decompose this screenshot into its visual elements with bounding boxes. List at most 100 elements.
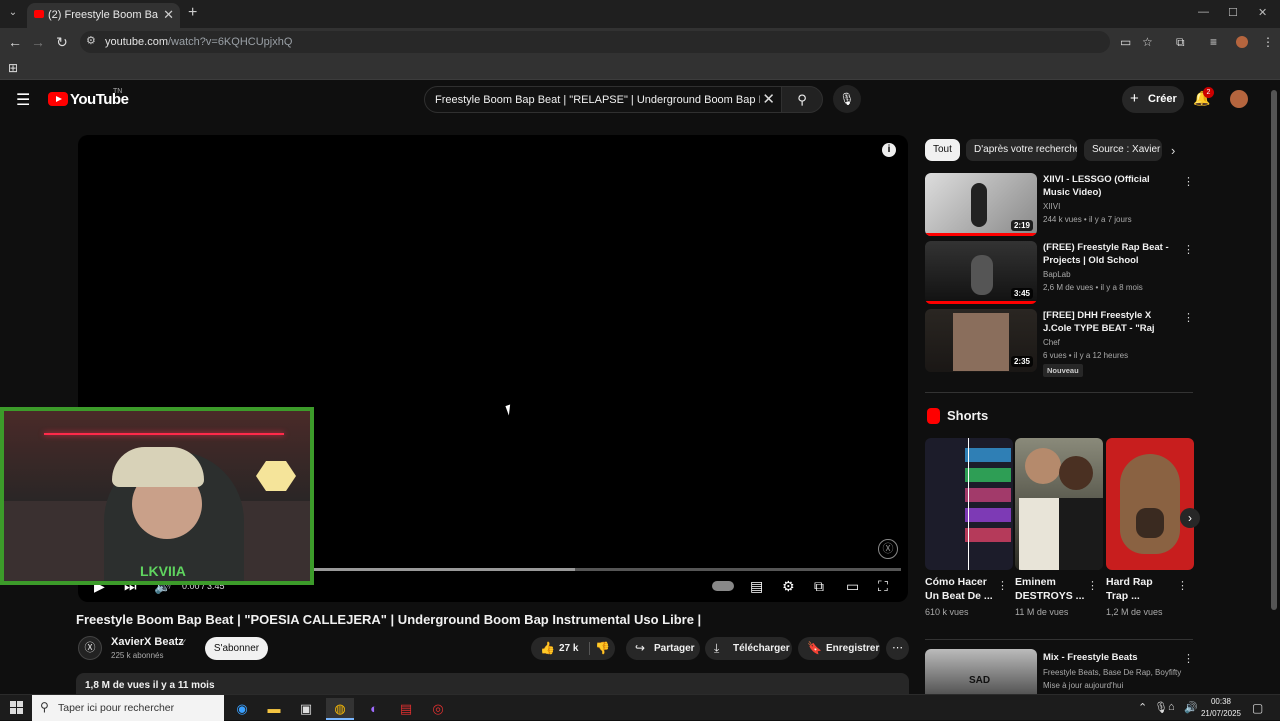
taskbar-search-input[interactable]: ⚲ Taper ici pour rechercher bbox=[32, 695, 224, 721]
tray-expand-chevron-icon[interactable]: ⌃ bbox=[1138, 701, 1147, 714]
recommendation-title[interactable]: XIIVI - LESSGO (Official Music Video) bbox=[1043, 173, 1179, 199]
kebab-menu-icon[interactable]: ⋮ bbox=[1087, 579, 1098, 592]
subscribe-button[interactable]: S'abonner bbox=[205, 637, 268, 660]
mix-title[interactable]: Mix - Freestyle Beats bbox=[1043, 652, 1138, 663]
recommendation-channel[interactable]: BapLab bbox=[1043, 270, 1071, 279]
search-button[interactable]: ⚲ bbox=[781, 86, 823, 113]
info-icon[interactable]: i bbox=[882, 143, 896, 157]
file-explorer-icon[interactable]: ▬ bbox=[260, 698, 288, 720]
voicemeeter-icon[interactable]: ▤ bbox=[392, 698, 420, 720]
forward-arrow-icon[interactable]: → bbox=[29, 33, 47, 51]
save-button[interactable]: 🔖 Enregistrer bbox=[798, 637, 880, 660]
taskbar-clock[interactable]: 00:38 21/07/2025 bbox=[1196, 696, 1246, 720]
short-title[interactable]: Hard Rap Trap ... bbox=[1106, 575, 1176, 603]
kebab-menu-icon[interactable]: ⋮ bbox=[997, 579, 1008, 592]
close-window-button[interactable]: ✕ bbox=[1258, 6, 1267, 19]
maximize-button[interactable]: ☐ bbox=[1228, 6, 1238, 19]
share-button[interactable]: ↪ Partager bbox=[626, 637, 700, 660]
notification-center-icon[interactable]: ▢ bbox=[1252, 701, 1263, 715]
site-info-icon[interactable]: ⚙ bbox=[86, 34, 96, 47]
video-thumbnail[interactable]: 2:35 bbox=[925, 309, 1037, 372]
short-thumbnail[interactable] bbox=[1015, 438, 1103, 570]
create-button[interactable]: + Créer bbox=[1122, 86, 1184, 113]
obs-icon[interactable]: ◎ bbox=[424, 698, 452, 720]
theater-mode-icon[interactable]: ▭ bbox=[846, 578, 859, 595]
subtitles-icon[interactable]: ▤ bbox=[750, 578, 763, 595]
store-icon[interactable]: ▣ bbox=[292, 698, 320, 720]
browser-address-toolbar: ← → ↻ ⚙ youtube.com/watch?v=6KQHCUpjxhQ … bbox=[0, 28, 1280, 56]
search-input[interactable]: Freestyle Boom Bap Beat | "RELAPSE" | Un… bbox=[424, 86, 782, 113]
apps-grid-icon[interactable]: ⊞ bbox=[8, 61, 18, 75]
mix-playlist-item[interactable]: SAD Mix - Freestyle Beats Freestyle Beat… bbox=[925, 649, 1195, 694]
media-control-icon[interactable]: ≡ bbox=[1210, 35, 1217, 49]
recommendation-item[interactable]: 3:45 (FREE) Freestyle Rap Beat - Project… bbox=[925, 241, 1195, 305]
discord-icon[interactable]: ◐ bbox=[360, 698, 388, 720]
reload-icon[interactable]: ↻ bbox=[53, 33, 71, 51]
kebab-menu-icon[interactable]: ⋮ bbox=[1183, 311, 1194, 324]
thumbnail-figure bbox=[971, 255, 993, 295]
bookmark-star-icon[interactable]: ☆ bbox=[1142, 35, 1153, 49]
browser-tab-bar: ⌄ (2) Freestyle Boom Bap Beat | " ✕ + — … bbox=[0, 0, 1280, 28]
new-tab-button[interactable]: + bbox=[188, 4, 197, 22]
recommendation-title[interactable]: (FREE) Freestyle Rap Beat - Projects | O… bbox=[1043, 241, 1179, 267]
kebab-menu-icon[interactable]: ⋮ bbox=[1183, 175, 1194, 188]
kebab-menu-icon[interactable]: ⋮ bbox=[1183, 243, 1194, 256]
browser-tab-active[interactable]: (2) Freestyle Boom Bap Beat | " ✕ bbox=[27, 3, 180, 28]
clear-search-icon[interactable]: ✕ bbox=[762, 90, 775, 108]
address-bar[interactable]: ⚙ youtube.com/watch?v=6KQHCUpjxhQ bbox=[80, 31, 1110, 53]
recommendation-channel[interactable]: Chef bbox=[1043, 338, 1060, 347]
settings-gear-icon[interactable]: ⚙ bbox=[782, 578, 795, 595]
short-title[interactable]: Cómo Hacer Un Beat De ... bbox=[925, 575, 995, 603]
tab-close-icon[interactable]: ✕ bbox=[163, 7, 174, 23]
like-thumb-icon[interactable]: 👍 bbox=[540, 637, 555, 660]
more-actions-icon[interactable]: ⋯ bbox=[886, 637, 909, 660]
recommendation-item[interactable]: 2:19 XIIVI - LESSGO (Official Music Vide… bbox=[925, 173, 1195, 237]
tab-search-chevron-icon[interactable]: ⌄ bbox=[5, 5, 21, 21]
recommendation-title[interactable]: [FREE] DHH Freestyle X J.Cole TYPE BEAT … bbox=[1043, 309, 1179, 335]
voice-search-mic-icon[interactable]: 🎙 bbox=[833, 85, 861, 113]
chips-next-chevron-icon[interactable]: › bbox=[1171, 143, 1175, 158]
cast-icon[interactable]: ▭ bbox=[1120, 35, 1131, 49]
thumbnail-face bbox=[1025, 448, 1061, 484]
menu-hamburger-icon[interactable]: ☰ bbox=[16, 90, 30, 110]
channel-watermark-icon[interactable]: Ⓧ bbox=[878, 539, 898, 559]
like-count[interactable]: 27 k bbox=[559, 637, 578, 660]
account-avatar[interactable] bbox=[1230, 90, 1248, 108]
mix-thumbnail[interactable]: SAD bbox=[925, 649, 1037, 694]
page-scrollbar[interactable] bbox=[1271, 90, 1277, 690]
video-thumbnail[interactable]: 2:19 bbox=[925, 173, 1037, 236]
chip-related-search[interactable]: D'après votre recherche bbox=[966, 139, 1077, 161]
shorts-next-chevron-icon[interactable]: › bbox=[1180, 508, 1200, 528]
recommendation-channel[interactable]: XIIVI bbox=[1043, 202, 1060, 211]
windows-start-icon[interactable] bbox=[10, 701, 24, 715]
profile-avatar[interactable] bbox=[1236, 36, 1248, 48]
channel-name[interactable]: XavierX Beatz bbox=[111, 636, 184, 648]
miniplayer-icon[interactable]: ⧉ bbox=[814, 578, 824, 595]
download-button[interactable]: ⤓ Télécharger bbox=[705, 637, 792, 660]
fullscreen-icon[interactable]: ⛶ bbox=[878, 578, 888, 595]
kebab-menu-icon[interactable]: ⋮ bbox=[1183, 652, 1194, 665]
browser-menu-icon[interactable]: ⋮ bbox=[1262, 35, 1274, 49]
channel-avatar[interactable]: Ⓧ bbox=[78, 636, 102, 660]
kebab-menu-icon[interactable]: ⋮ bbox=[1177, 579, 1188, 592]
scrollbar-thumb[interactable] bbox=[1271, 90, 1277, 610]
short-thumbnail[interactable] bbox=[1106, 438, 1194, 570]
chrome-browser-icon[interactable]: ◍ bbox=[326, 698, 354, 720]
short-thumbnail[interactable] bbox=[925, 438, 1013, 570]
minimize-button[interactable]: — bbox=[1198, 6, 1209, 18]
edge-browser-icon[interactable]: ◉ bbox=[228, 698, 256, 720]
chip-all[interactable]: Tout bbox=[925, 139, 960, 161]
daw-track-blue bbox=[965, 448, 1011, 462]
extensions-icon[interactable]: ⧉ bbox=[1176, 35, 1185, 50]
autoplay-toggle[interactable] bbox=[712, 581, 734, 591]
microphone-icon[interactable]: 🎙 bbox=[1154, 701, 1168, 714]
description-box[interactable]: 1,8 M de vues il y a 11 mois bbox=[76, 673, 909, 695]
network-icon[interactable]: ⌂ bbox=[1168, 701, 1175, 713]
short-title[interactable]: Eminem DESTROYS ... bbox=[1015, 575, 1085, 603]
youtube-logo-icon[interactable] bbox=[48, 92, 68, 106]
video-thumbnail[interactable]: 3:45 bbox=[925, 241, 1037, 304]
recommendation-item[interactable]: 2:35 [FREE] DHH Freestyle X J.Cole TYPE … bbox=[925, 309, 1195, 379]
back-arrow-icon[interactable]: ← bbox=[6, 33, 24, 51]
chip-source[interactable]: Source : Xavier bbox=[1084, 139, 1162, 161]
dislike-thumb-icon[interactable]: 👎 bbox=[595, 637, 610, 660]
